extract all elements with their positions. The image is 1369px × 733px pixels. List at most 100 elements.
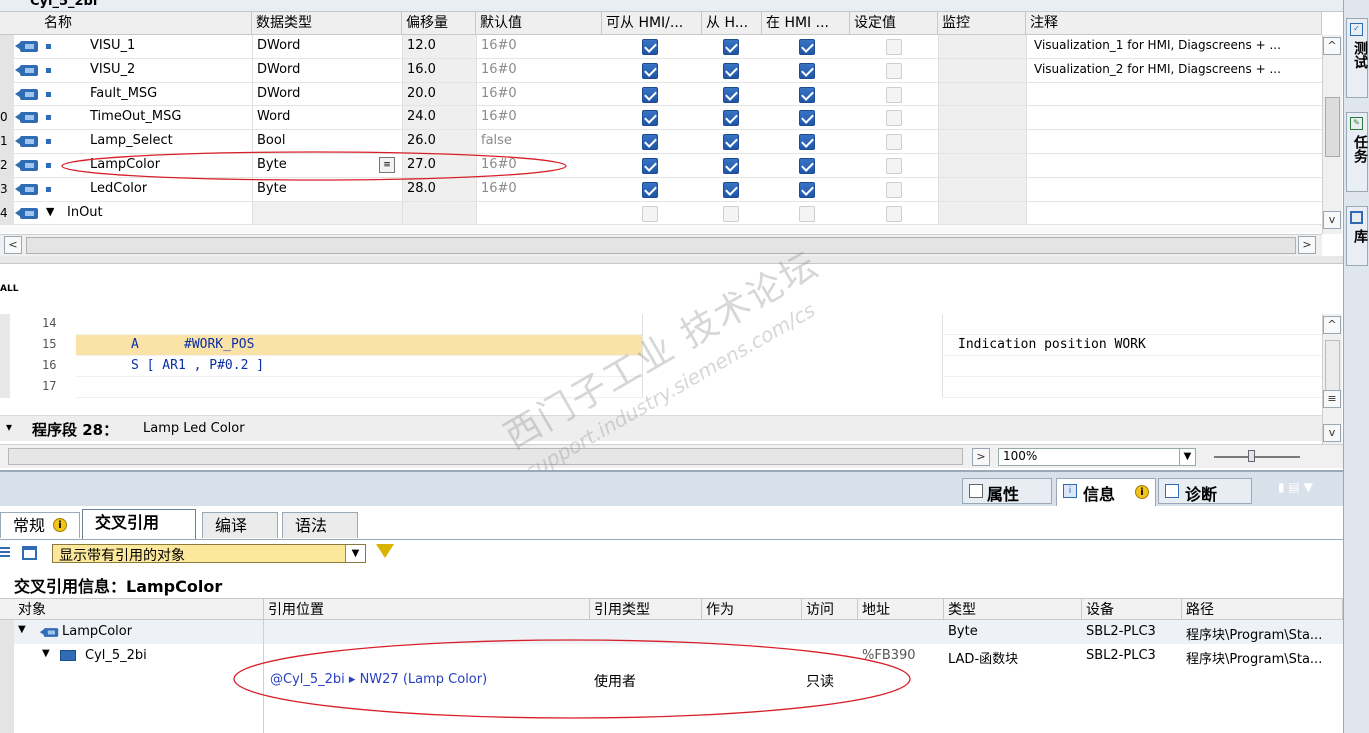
hmi-access-checkbox[interactable] xyxy=(642,62,658,79)
xref-col-path[interactable]: 路径 xyxy=(1182,599,1343,622)
hmi-write-checkbox[interactable] xyxy=(723,86,739,103)
code-hscroll-thumb[interactable] xyxy=(8,448,963,465)
code-cell[interactable] xyxy=(76,335,642,356)
default-cell[interactable] xyxy=(476,201,602,225)
col-header-hmi-access[interactable]: 可从 HMI/... xyxy=(602,12,702,35)
comment-cell[interactable] xyxy=(1026,106,1322,130)
panel-menu-icon[interactable]: ▮ ▤ ▼ xyxy=(1278,480,1338,500)
setpoint-checkbox[interactable] xyxy=(886,86,902,103)
setpoint-checkbox[interactable] xyxy=(886,62,902,79)
setpoint-checkbox[interactable] xyxy=(886,134,902,151)
scroll-down-button[interactable]: v xyxy=(1323,211,1341,229)
xref-col-access[interactable]: 访问 xyxy=(802,599,858,622)
xref-object[interactable]: LampColor xyxy=(62,624,132,639)
code-scroll-mark[interactable]: ≡ xyxy=(1323,390,1341,408)
col-header-datatype[interactable]: 数据类型 xyxy=(252,12,402,35)
hmi-write-checkbox[interactable] xyxy=(723,110,739,127)
setpoint-checkbox[interactable] xyxy=(886,39,902,55)
hmi-write-checkbox[interactable] xyxy=(723,62,739,79)
scroll-thumb[interactable] xyxy=(1325,97,1340,157)
info-tab-compile[interactable]: 编译 xyxy=(202,512,278,538)
zoom-slider[interactable] xyxy=(1214,450,1300,462)
table-row[interactable]: VISU_1 DWord 12.0 16#0 Visualization_1 for H… xyxy=(0,35,1322,59)
hmi-visible-checkbox[interactable] xyxy=(799,110,815,127)
col-header-monitor[interactable]: 监控 xyxy=(938,12,1026,35)
inspector-tab-properties[interactable]: 属性 xyxy=(962,478,1052,504)
filter-select[interactable]: 显示带有引用的对象 ▼ xyxy=(52,544,366,564)
hmi-access-checkbox[interactable] xyxy=(642,134,658,151)
setpoint-checkbox[interactable] xyxy=(886,110,902,127)
hmi-access-checkbox[interactable] xyxy=(642,39,658,55)
chevron-down-icon[interactable]: ▼ xyxy=(1179,449,1195,465)
datatype-cell[interactable] xyxy=(252,201,402,225)
filter-funnel-icon[interactable] xyxy=(376,544,394,558)
hscroll-thumb[interactable] xyxy=(26,237,1296,254)
expand-arrow-icon[interactable]: ▾ xyxy=(6,420,12,434)
hmi-access-checkbox[interactable] xyxy=(642,110,658,127)
col-header-comment[interactable]: 注释 xyxy=(1026,12,1322,35)
side-tab-library[interactable]: 库 xyxy=(1346,206,1368,266)
setpoint-checkbox[interactable] xyxy=(886,158,902,174)
scroll-left-button[interactable]: < xyxy=(4,236,22,254)
hmi-access-checkbox[interactable] xyxy=(642,205,658,222)
col-header-offset[interactable]: 偏移量 xyxy=(402,12,476,35)
table-row[interactable]: 4 ▼ InOut xyxy=(0,201,1322,226)
xref-col-as[interactable]: 作为 xyxy=(702,599,802,622)
xref-col-location[interactable]: 引用位置 xyxy=(264,599,590,622)
expand-arrow-icon[interactable]: ▼ xyxy=(18,624,26,635)
splitter[interactable] xyxy=(0,256,1343,264)
comment-cell[interactable] xyxy=(1026,130,1322,153)
comment-cell[interactable] xyxy=(1026,177,1322,201)
comment-cell[interactable] xyxy=(1026,154,1322,177)
hmi-visible-checkbox[interactable] xyxy=(799,62,815,79)
code-scroll-thumb[interactable] xyxy=(1325,340,1340,396)
side-tab-tasks[interactable]: ✎ 任务 xyxy=(1346,112,1368,192)
tree-view-icon[interactable] xyxy=(22,546,37,560)
code-scroll-up-button[interactable]: ^ xyxy=(1323,316,1341,334)
inspector-tab-diagnostics[interactable]: 诊断 xyxy=(1158,478,1252,504)
zoom-select[interactable]: 100% ▼ xyxy=(998,448,1196,466)
table-row[interactable]: VISU_2 DWord 16.0 16#0 Visualization_2 for H… xyxy=(0,58,1322,83)
info-tab-syntax[interactable]: 语法 xyxy=(282,512,358,538)
table-row[interactable]: Fault_MSG DWord 20.0 16#0 xyxy=(0,82,1322,107)
comment-cell[interactable] xyxy=(942,356,1322,377)
comment-cell[interactable] xyxy=(942,377,1322,398)
xref-object[interactable]: Cyl_5_2bi xyxy=(85,648,147,663)
col-header-hmi-visible[interactable]: 在 HMI ... xyxy=(762,12,850,35)
hmi-access-checkbox[interactable] xyxy=(642,158,658,174)
code-vscroll[interactable]: ^ ≡ v xyxy=(1322,314,1342,444)
expand-arrow-icon[interactable]: ▼ xyxy=(42,648,50,659)
hmi-write-checkbox[interactable] xyxy=(723,134,739,151)
col-header-setpoint[interactable]: 设定值 xyxy=(850,12,938,35)
hmi-visible-checkbox[interactable] xyxy=(799,39,815,55)
hmi-write-checkbox[interactable] xyxy=(723,181,739,198)
xref-col-device[interactable]: 设备 xyxy=(1082,599,1182,622)
scroll-right-button[interactable]: > xyxy=(1298,236,1316,254)
interface-vscroll[interactable]: ^ v xyxy=(1322,35,1342,234)
hmi-write-checkbox[interactable] xyxy=(723,158,739,174)
hmi-visible-checkbox[interactable] xyxy=(799,205,815,222)
zoom-expand-button[interactable]: > xyxy=(972,448,990,466)
comment-cell[interactable] xyxy=(1026,82,1322,106)
scroll-up-button[interactable]: ^ xyxy=(1323,37,1341,55)
chevron-down-icon[interactable]: ▼ xyxy=(345,545,365,562)
hmi-write-checkbox[interactable] xyxy=(723,205,739,222)
col-header-hmi-write[interactable]: 从 H... xyxy=(702,12,762,35)
code-cell[interactable] xyxy=(76,314,642,335)
setpoint-checkbox[interactable] xyxy=(886,205,902,222)
zoom-slider-handle[interactable] xyxy=(1248,450,1255,462)
hmi-write-checkbox[interactable] xyxy=(723,39,739,55)
comment-cell[interactable] xyxy=(1026,201,1322,225)
col-header-name[interactable]: 名称 xyxy=(40,12,252,35)
xref-col-object[interactable]: 对象 xyxy=(14,599,264,622)
info-tab-general[interactable]: 常规 i xyxy=(0,512,80,538)
hmi-visible-checkbox[interactable] xyxy=(799,181,815,198)
interface-hscroll[interactable]: < > xyxy=(0,234,1322,256)
xref-col-address[interactable]: 地址 xyxy=(858,599,944,622)
inspector-tab-info[interactable]: i 信息 i xyxy=(1056,478,1156,506)
hmi-access-checkbox[interactable] xyxy=(642,86,658,103)
list-view-icon[interactable] xyxy=(0,547,10,559)
col-header-default[interactable]: 默认值 xyxy=(476,12,602,35)
comment-cell[interactable] xyxy=(942,314,1322,335)
xref-col-type[interactable]: 类型 xyxy=(944,599,1082,622)
